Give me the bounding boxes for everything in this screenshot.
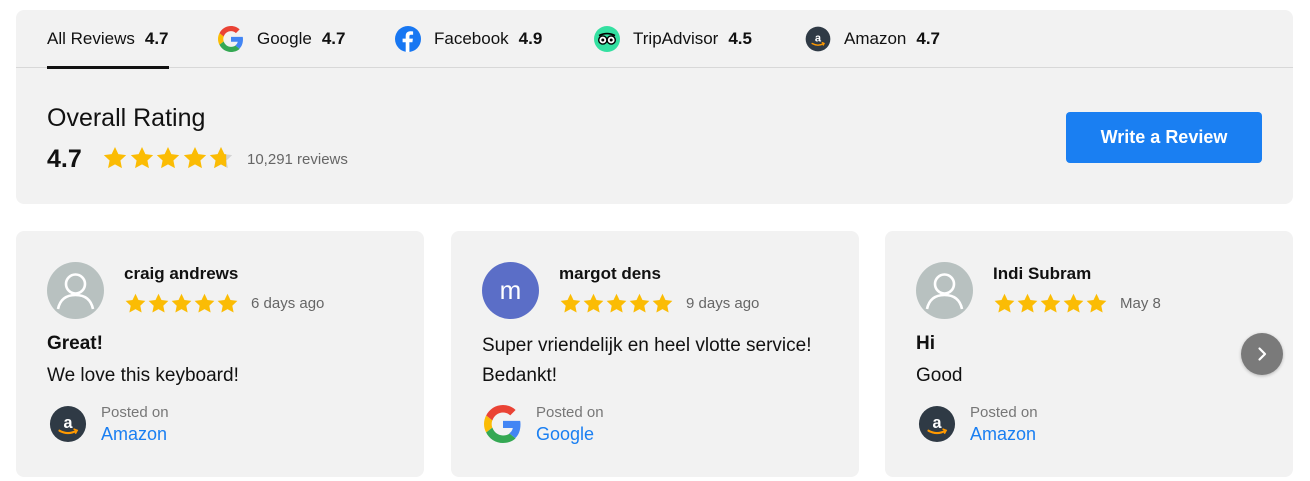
star-icon [651,292,674,315]
overall-stars [102,145,235,171]
review-stars: May 8 [993,292,1161,315]
star-icon [1062,292,1085,315]
tab-google[interactable]: Google 4.7 [218,10,345,68]
overall-rating-title: Overall Rating [47,104,206,132]
posted-on-label: Posted on [970,404,1038,421]
star-icon [628,292,651,315]
tab-facebook[interactable]: Facebook 4.9 [395,10,542,68]
star-icon [993,292,1016,315]
google-icon [218,26,244,52]
star-icon [182,145,208,171]
review-text: Super vriendelijk en heel vlotte service… [482,335,812,386]
star-icon [129,145,155,171]
tab-score: 4.7 [144,29,169,48]
carousel-next-button[interactable] [1241,333,1283,375]
review-stars: 6 days ago [124,292,324,315]
review-date: May 8 [1120,295,1161,312]
star-icon [1039,292,1062,315]
amazon-icon [49,405,87,443]
tab-all-reviews[interactable]: All Reviews 4.7 [47,10,169,69]
tab-tripadvisor[interactable]: TripAdvisor 4.5 [594,10,752,68]
user-silhouette-icon [916,262,973,319]
star-icon [124,292,147,315]
star-icon [605,292,628,315]
tripadvisor-icon [594,26,620,52]
star-icon [1016,292,1039,315]
source-tabs: All Reviews 4.7 Google 4.7 Facebook 4.9 [16,10,1293,69]
star-icon [1085,292,1108,315]
posted-on-label: Posted on [536,404,604,421]
star-icon [147,292,170,315]
review-title: Great! [47,333,103,354]
review-count: 10,291 reviews [247,151,348,168]
source-link[interactable]: Amazon [101,424,167,445]
review-title: Hi [916,333,935,354]
star-icon [216,292,239,315]
review-card: craig andrews 6 days ago Great! We love … [16,231,424,477]
user-silhouette-icon [47,262,104,319]
tab-score: 4.7 [321,29,346,48]
tab-label: TripAdvisor [633,29,719,48]
amazon-icon [805,26,831,52]
tab-label: All Reviews [47,29,135,48]
tab-label: Amazon [844,29,907,48]
chevron-right-icon [1258,347,1267,361]
review-text: Good [916,365,963,386]
review-text: We love this keyboard! [47,365,239,386]
overall-score: 4.7 [47,145,82,173]
amazon-icon [918,405,956,443]
review-date: 9 days ago [686,295,760,312]
avatar: m [482,262,539,319]
tab-score: 4.9 [518,29,543,48]
reviewer-name: Indi Subram [993,264,1092,283]
review-stars: 9 days ago [559,292,759,315]
tab-label: Facebook [434,29,509,48]
reviewer-name: margot dens [559,264,662,283]
star-icon [102,145,128,171]
star-icon [170,292,193,315]
review-card: Indi Subram May 8 Hi Good Posted on Amaz… [885,231,1293,477]
tab-amazon[interactable]: Amazon 4.7 [805,10,940,68]
review-date: 6 days ago [251,295,325,312]
google-icon [484,405,522,443]
tab-label: Google [257,29,312,48]
facebook-icon [395,26,421,52]
star-icon [582,292,605,315]
tab-score: 4.5 [728,29,752,48]
star-icon [155,145,181,171]
tab-score: 4.7 [916,29,941,48]
star-icon [559,292,582,315]
write-review-button[interactable]: Write a Review [1066,112,1262,163]
review-card: m margot dens 9 days ago Super vriendeli… [451,231,859,477]
rating-summary-panel: All Reviews 4.7 Google 4.7 Facebook 4.9 [16,10,1293,204]
partial-star-icon [209,146,233,169]
source-link[interactable]: Google [536,424,594,445]
star-icon [193,292,216,315]
source-link[interactable]: Amazon [970,424,1036,445]
reviewer-name: craig andrews [124,264,239,283]
posted-on-label: Posted on [101,404,169,421]
